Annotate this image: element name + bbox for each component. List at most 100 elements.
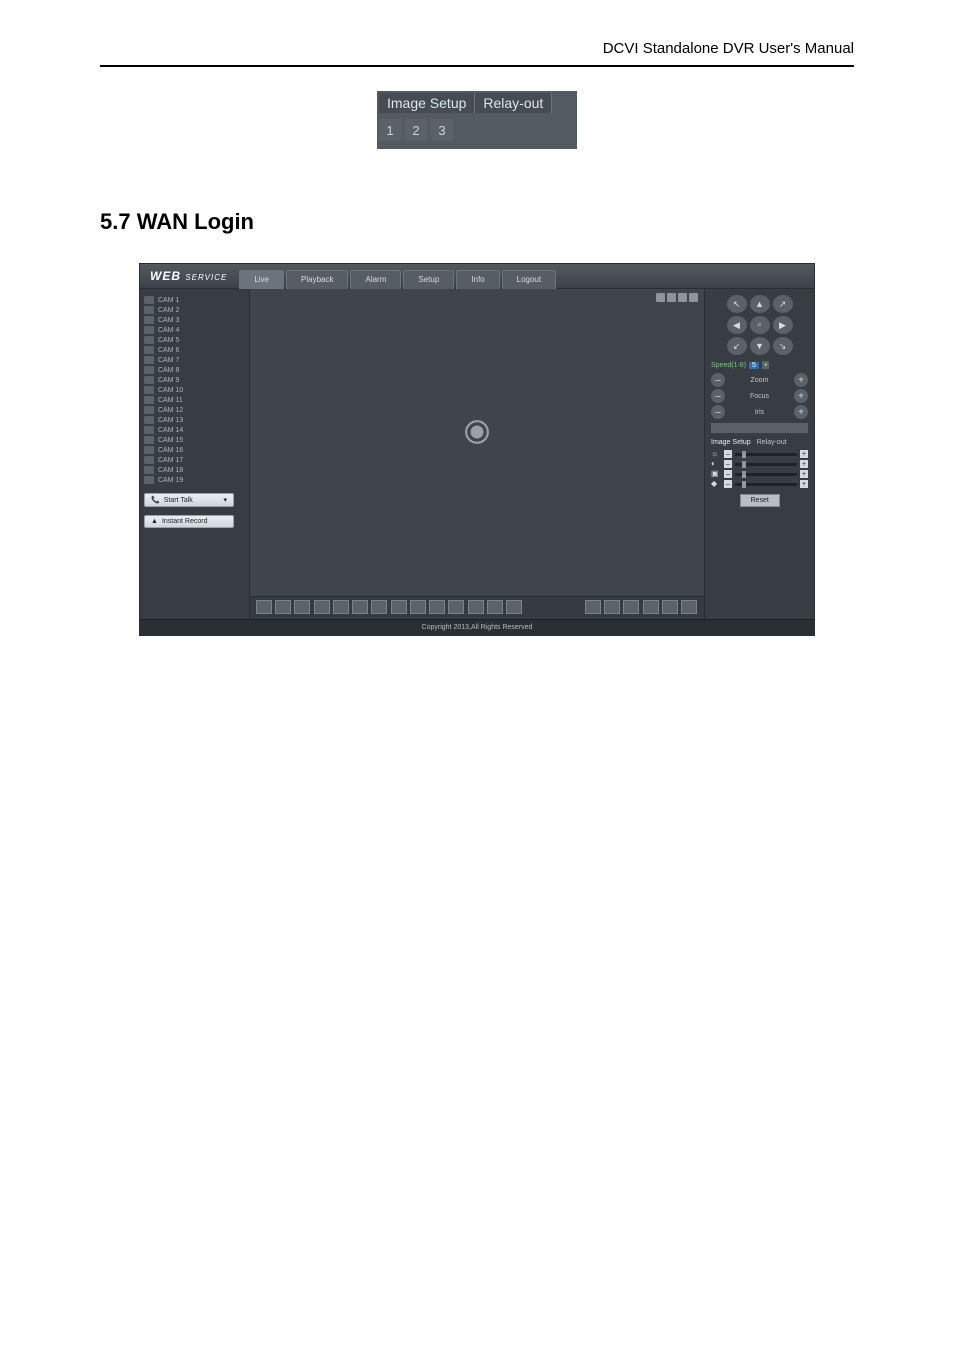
brightness-slider[interactable]: ☼ – + [711, 450, 808, 458]
layout-icon[interactable] [487, 600, 503, 614]
plus-icon[interactable]: + [800, 470, 808, 478]
plus-icon[interactable]: + [800, 480, 808, 488]
minus-icon[interactable]: – [724, 450, 732, 458]
camera-item[interactable]: CAM 19 [144, 475, 245, 485]
camera-item[interactable]: CAM 2 [144, 305, 245, 315]
ptz-up-right-icon[interactable]: ↗ [773, 295, 793, 313]
iris-minus-icon[interactable]: – [711, 405, 725, 419]
tool-icon[interactable] [643, 600, 659, 614]
layout-icon[interactable] [333, 600, 349, 614]
start-talk-button[interactable]: 📞 Start Talk ▾ [144, 493, 234, 507]
camera-item[interactable]: CAM 6 [144, 345, 245, 355]
contrast-slider[interactable]: ◐ – + [711, 460, 808, 468]
relay-2[interactable]: 2 [405, 119, 427, 141]
layout-icon[interactable] [294, 600, 310, 614]
camera-icon [144, 456, 154, 464]
play-icon[interactable] [462, 419, 492, 451]
layout-icon[interactable] [429, 600, 445, 614]
camera-label: CAM 14 [158, 427, 183, 434]
instant-record-button[interactable]: ▲ Instant Record [144, 515, 234, 528]
layout-icon[interactable] [314, 600, 330, 614]
speed-dropdown-icon[interactable]: ▾ [762, 361, 770, 369]
camera-icon [144, 446, 154, 454]
camera-item[interactable]: CAM 5 [144, 335, 245, 345]
ptz-dropdown[interactable] [711, 423, 808, 433]
minus-icon[interactable]: – [724, 480, 732, 488]
camera-item[interactable]: CAM 1 [144, 295, 245, 305]
camera-item[interactable]: CAM 10 [144, 385, 245, 395]
tab-alarm[interactable]: Alarm [350, 270, 401, 289]
ptz-center-icon[interactable]: ⌕ [750, 316, 770, 334]
layout-icon[interactable] [371, 600, 387, 614]
tab-info[interactable]: Info [456, 270, 499, 289]
speed-value[interactable]: 5 [749, 362, 759, 369]
video-area [250, 289, 704, 619]
tool-icon[interactable] [662, 600, 678, 614]
layout-icon[interactable] [352, 600, 368, 614]
right-tab-relay-out[interactable]: Relay-out [757, 439, 787, 446]
layout-icon[interactable] [410, 600, 426, 614]
corner-icon[interactable] [678, 293, 687, 302]
relay-1[interactable]: 1 [379, 119, 401, 141]
layout-icon[interactable] [391, 600, 407, 614]
camera-item[interactable]: CAM 4 [144, 325, 245, 335]
ptz-down-icon[interactable]: ▼ [750, 337, 770, 355]
ptz-down-right-icon[interactable]: ↘ [773, 337, 793, 355]
camera-item[interactable]: CAM 11 [144, 395, 245, 405]
ptz-up-left-icon[interactable]: ↖ [727, 295, 747, 313]
camera-icon [144, 306, 154, 314]
camera-item[interactable]: CAM 9 [144, 375, 245, 385]
corner-icon[interactable] [689, 293, 698, 302]
corner-icon[interactable] [656, 293, 665, 302]
focus-plus-icon[interactable]: + [794, 389, 808, 403]
layout-icon[interactable] [468, 600, 484, 614]
iris-plus-icon[interactable]: + [794, 405, 808, 419]
camera-icon [144, 366, 154, 374]
layout-icon[interactable] [256, 600, 272, 614]
camera-item[interactable]: CAM 13 [144, 415, 245, 425]
ptz-down-left-icon[interactable]: ↙ [727, 337, 747, 355]
ptz-left-icon[interactable]: ◀ [727, 316, 747, 334]
minus-icon[interactable]: – [724, 470, 732, 478]
reset-button[interactable]: Reset [740, 494, 780, 507]
tab-live[interactable]: Live [239, 270, 284, 289]
ptz-right-icon[interactable]: ▶ [773, 316, 793, 334]
camera-icon [144, 406, 154, 414]
camera-item[interactable]: CAM 14 [144, 425, 245, 435]
tab-setup[interactable]: Setup [403, 270, 454, 289]
minus-icon[interactable]: – [724, 460, 732, 468]
right-tab-image-setup[interactable]: Image Setup [711, 439, 751, 446]
relay-3[interactable]: 3 [431, 119, 453, 141]
hue-slider[interactable]: ▣ – + [711, 470, 808, 478]
camera-item[interactable]: CAM 17 [144, 455, 245, 465]
tool-icon[interactable] [585, 600, 601, 614]
mini-tab-relay-out[interactable]: Relay-out [475, 93, 552, 113]
mini-tab-image-setup[interactable]: Image Setup [379, 93, 475, 113]
camera-item[interactable]: CAM 8 [144, 365, 245, 375]
plus-icon[interactable]: + [800, 460, 808, 468]
tool-icon[interactable] [604, 600, 620, 614]
tab-playback[interactable]: Playback [286, 270, 348, 289]
camera-item[interactable]: CAM 18 [144, 465, 245, 475]
camera-item[interactable]: CAM 15 [144, 435, 245, 445]
camera-item[interactable]: CAM 12 [144, 405, 245, 415]
plus-icon[interactable]: + [800, 450, 808, 458]
layout-icon[interactable] [506, 600, 522, 614]
camera-item[interactable]: CAM 16 [144, 445, 245, 455]
layout-icon[interactable] [275, 600, 291, 614]
corner-icon[interactable] [667, 293, 676, 302]
tool-icon[interactable] [681, 600, 697, 614]
saturation-slider[interactable]: ◆ – + [711, 480, 808, 488]
camera-item[interactable]: CAM 3 [144, 315, 245, 325]
camera-label: CAM 19 [158, 477, 183, 484]
contrast-icon: ◐ [711, 460, 721, 468]
page-header: DCVI Standalone DVR User's Manual [100, 40, 854, 57]
camera-item[interactable]: CAM 7 [144, 355, 245, 365]
layout-icon[interactable] [448, 600, 464, 614]
tab-logout[interactable]: Logout [502, 270, 556, 289]
ptz-up-icon[interactable]: ▲ [750, 295, 770, 313]
focus-minus-icon[interactable]: – [711, 389, 725, 403]
zoom-minus-icon[interactable]: – [711, 373, 725, 387]
tool-icon[interactable] [623, 600, 639, 614]
zoom-plus-icon[interactable]: + [794, 373, 808, 387]
